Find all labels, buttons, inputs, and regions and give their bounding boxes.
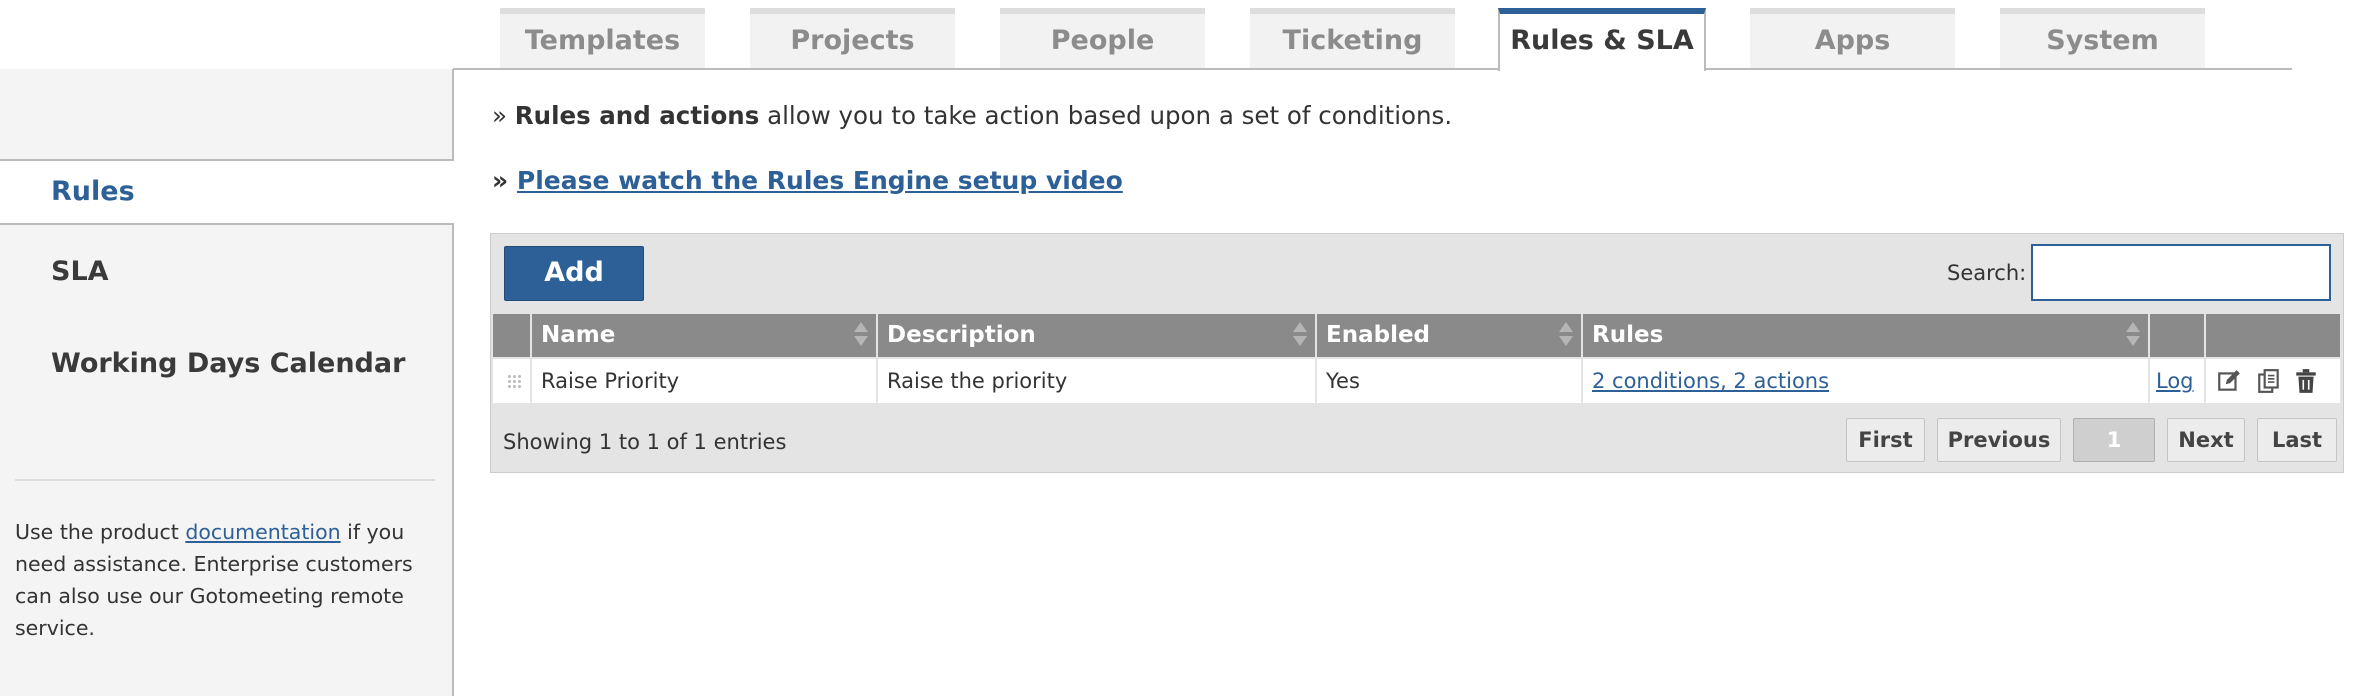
intro-rest: allow you to take action based upon a se…: [759, 101, 1453, 130]
sidebar-help-text: Use the product documentation if you nee…: [15, 516, 420, 644]
search-input[interactable]: [2031, 244, 2331, 301]
add-button[interactable]: Add: [504, 246, 644, 301]
column-header-rules[interactable]: Rules: [1583, 314, 2148, 357]
column-header-description[interactable]: Description: [878, 314, 1315, 357]
table-cell-description: Raise the priority: [878, 359, 1315, 403]
edit-icon[interactable]: [2216, 368, 2242, 394]
sidebar-divider: [15, 479, 435, 481]
tab-rules-sla[interactable]: Rules & SLA: [1498, 8, 1706, 71]
sidebar: Rules SLA Working Days Calendar Use the …: [0, 69, 454, 696]
table-cell-rules: 2 conditions, 2 actions: [1583, 359, 2148, 403]
pagination-current-page[interactable]: 1: [2073, 418, 2155, 462]
documentation-link[interactable]: documentation: [185, 520, 340, 544]
column-header-log: [2150, 314, 2204, 357]
video-bullet: »: [492, 166, 509, 195]
intro-bullet: »: [492, 101, 507, 130]
column-header-description-label: Description: [887, 322, 1036, 348]
column-header-actions: [2206, 314, 2340, 357]
table-cell-name: Raise Priority: [532, 359, 876, 403]
table-cell-actions: [2206, 359, 2340, 403]
column-header-name-label: Name: [541, 322, 616, 348]
pagination-first-button[interactable]: First: [1846, 418, 1925, 462]
column-header-rules-label: Rules: [1592, 322, 1664, 348]
column-header-name[interactable]: Name: [532, 314, 876, 357]
tab-apps[interactable]: Apps: [1750, 8, 1955, 68]
rules-table-panel: Add Search: Name Description Enabled Rul…: [490, 233, 2344, 473]
sidebar-item-working-days-calendar[interactable]: Working Days Calendar: [0, 321, 454, 407]
rules-summary-link[interactable]: 2 conditions, 2 actions: [1592, 369, 1829, 393]
tabs-baseline: [453, 68, 2292, 70]
sort-icon: [854, 320, 868, 350]
drag-handle-icon[interactable]: [507, 374, 521, 388]
sidebar-header-space: [0, 69, 452, 159]
sort-icon: [1559, 320, 1573, 350]
table-cell-enabled: Yes: [1317, 359, 1581, 403]
column-header-enabled-label: Enabled: [1326, 322, 1431, 348]
help-text-start: Use the product: [15, 520, 186, 544]
tab-ticketing[interactable]: Ticketing: [1250, 8, 1455, 68]
sidebar-item-sla[interactable]: SLA: [0, 229, 454, 315]
search-label: Search:: [1947, 261, 2027, 285]
tab-people[interactable]: People: [1000, 8, 1205, 68]
tab-templates[interactable]: Templates: [500, 8, 705, 68]
intro-text: » Rules and actions allow you to take ac…: [492, 101, 1452, 130]
table-info: Showing 1 to 1 of 1 entries: [503, 430, 787, 454]
table-row-drag-cell[interactable]: [493, 359, 530, 403]
copy-icon[interactable]: [2256, 368, 2282, 394]
table-cell-log: Log: [2150, 359, 2204, 403]
column-header-enabled[interactable]: Enabled: [1317, 314, 1581, 357]
tab-system[interactable]: System: [2000, 8, 2205, 68]
delete-icon[interactable]: [2293, 368, 2319, 394]
column-header-drag: [493, 314, 530, 357]
tab-projects[interactable]: Projects: [750, 8, 955, 68]
pagination-next-button[interactable]: Next: [2167, 418, 2245, 462]
log-link[interactable]: Log: [2156, 369, 2194, 393]
sort-icon: [2126, 320, 2140, 350]
pagination-last-button[interactable]: Last: [2257, 418, 2337, 462]
sort-icon: [1293, 320, 1307, 350]
pagination-previous-button[interactable]: Previous: [1937, 418, 2061, 462]
intro-bold: Rules and actions: [514, 101, 760, 130]
video-line: » Please watch the Rules Engine setup vi…: [492, 166, 1123, 195]
sidebar-item-rules[interactable]: Rules: [0, 159, 454, 225]
setup-video-link[interactable]: Please watch the Rules Engine setup vide…: [517, 166, 1123, 195]
